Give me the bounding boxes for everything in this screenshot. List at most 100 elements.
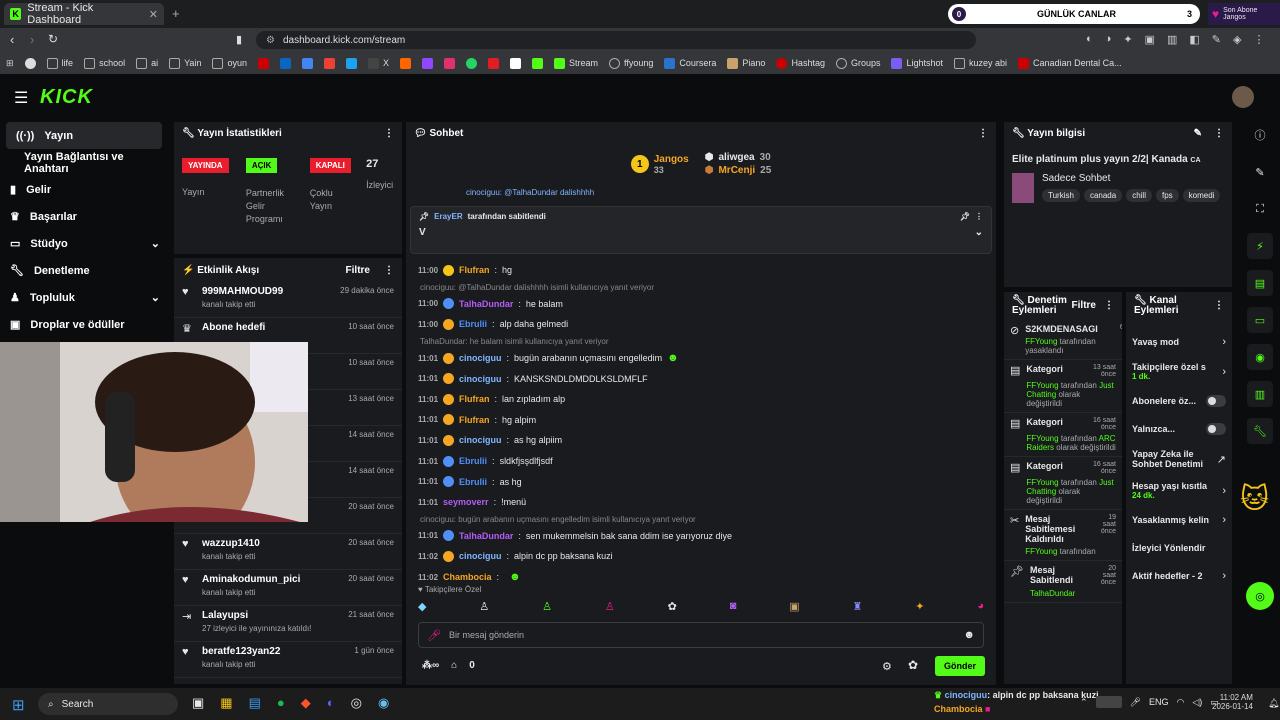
extension-icon[interactable]: ◧ xyxy=(1189,33,1199,46)
info-icon[interactable]: ⓘ xyxy=(1247,122,1273,148)
chevron-right-icon[interactable]: › xyxy=(1222,366,1226,378)
clock[interactable]: 11:02 AM 2026-01-14 xyxy=(1212,693,1253,711)
chevron-right-icon[interactable]: › xyxy=(1222,485,1226,497)
browser-tab[interactable]: K Stream - Kick Dashboard ✕ xyxy=(4,2,164,26)
message-username[interactable]: Flufran xyxy=(459,394,490,404)
mod-action-row[interactable]: ▤ Kategori 16 saat önce FFYoung tarafından … xyxy=(1004,457,1122,510)
send-button[interactable]: Gönder xyxy=(935,656,985,676)
channel-action-item[interactable]: Yalnızca... xyxy=(1126,415,1232,443)
hamburger-menu-icon[interactable]: ☰ xyxy=(14,88,28,108)
message-username[interactable]: cinociguu xyxy=(459,435,502,445)
microphone-icon[interactable]: 🎤︎ xyxy=(427,629,441,642)
channel-action-item[interactable]: İzleyici Yönlendir xyxy=(1126,534,1232,562)
site-info-icon[interactable]: ⚙ xyxy=(266,35,275,46)
chat-message[interactable]: 11:01 Flufran: hg alpim xyxy=(406,410,996,431)
emote-icon[interactable]: ◆ xyxy=(418,600,426,613)
wrench-icon[interactable]: 🔧︎ xyxy=(1247,418,1273,444)
message-username[interactable]: TalhaDundar xyxy=(459,531,513,541)
event-row[interactable]: ♥ Aminakodumun_pici kanalı takip etti 20 sa… xyxy=(174,570,402,606)
chat-message[interactable]: 11:01 TalhaDundar: sen mukemmelsin bak san… xyxy=(406,526,996,547)
brave-icon[interactable]: ◆ xyxy=(301,695,311,711)
bookmark-item[interactable] xyxy=(323,57,335,69)
event-row[interactable]: ♥ beratfe123yan22 kanalı takip etti 1 gün ö… xyxy=(174,642,402,678)
more-icon[interactable]: ⋮ xyxy=(1104,300,1114,311)
toggle-switch[interactable] xyxy=(1205,395,1226,407)
bookmark-item[interactable]: school xyxy=(84,57,125,69)
chevron-right-icon[interactable]: › xyxy=(1222,514,1226,526)
emote-icon[interactable]: ♙ xyxy=(479,600,489,613)
message-username[interactable]: Flufran xyxy=(459,265,490,275)
avatar[interactable] xyxy=(1232,86,1254,108)
wifi-icon[interactable]: ◠ xyxy=(1177,697,1185,708)
sidebar-item-studyo[interactable]: ▭ Stüdyo ⌄ xyxy=(0,230,170,257)
bookmark-item[interactable]: life xyxy=(46,57,73,69)
chevron-right-icon[interactable]: › xyxy=(1222,570,1226,582)
emote-icon[interactable]: ◕ xyxy=(977,600,984,613)
points-icon[interactable]: ⁂∞ xyxy=(422,660,439,671)
bookmark-item[interactable] xyxy=(466,57,477,69)
chat-message[interactable]: 11:00 Flufran: hg xyxy=(406,260,996,281)
message-username[interactable]: cinociguu xyxy=(459,551,502,561)
microphone-icon[interactable]: 🎤︎ xyxy=(1130,697,1141,708)
extension-icon[interactable]: ▣ xyxy=(1145,33,1155,46)
message-username[interactable]: Ebrulii xyxy=(459,319,487,329)
sidebar-item-topluluk[interactable]: ♟ Topluluk ⌄ xyxy=(0,284,170,311)
message-username[interactable]: seymoverr xyxy=(443,497,489,507)
tag-chip[interactable]: fps xyxy=(1155,189,1179,202)
edit-icon[interactable]: ✎ xyxy=(1194,128,1202,139)
bookmark-item[interactable]: Piano xyxy=(727,57,765,69)
channel-action-item[interactable]: Abonelere öz... xyxy=(1126,387,1232,415)
bookmark-item[interactable] xyxy=(257,57,269,69)
fullscreen-icon[interactable]: ⛶ xyxy=(1247,196,1273,222)
channel-action-item[interactable]: Yasaklanmış kelin › xyxy=(1126,506,1232,534)
windows-start-icon[interactable]: ⊞ xyxy=(12,696,25,714)
message-username[interactable]: Flufran xyxy=(459,415,490,425)
extension-icon[interactable]: ✎ xyxy=(1212,33,1221,46)
chat-message[interactable]: 11:01 Flufran: lan zıpladım alp xyxy=(406,389,996,410)
emote-icon[interactable]: ▣ xyxy=(789,600,799,613)
more-icon[interactable]: ⋮ xyxy=(975,212,983,221)
settings-icon[interactable]: ⚙ xyxy=(882,660,892,673)
emote-icon[interactable]: ✦ xyxy=(915,600,924,613)
sidebar-item-gelir[interactable]: ▮ Gelir xyxy=(0,176,170,203)
mod-action-row[interactable]: ✂ Mesaj Sabitlemesi Kaldırıldı 19 saat önc… xyxy=(1004,510,1122,561)
chat-message[interactable]: 11:00 Ebrulii: alp daha gelmedi xyxy=(406,314,996,335)
channel-action-item[interactable]: Yapay Zeka ile Sohbet Denetimi ↗ xyxy=(1126,443,1232,475)
filter-button[interactable]: Filtre xyxy=(346,265,370,276)
chat-input[interactable]: 🎤︎ Bir mesaj gönderin ☻ xyxy=(418,622,984,648)
bookmark-item[interactable] xyxy=(24,57,36,69)
bookmark-item[interactable] xyxy=(279,57,291,69)
task-view-icon[interactable]: ▣ xyxy=(192,695,204,711)
support-icon[interactable]: ◎ xyxy=(1246,582,1274,610)
filter-button[interactable]: Filtre xyxy=(1072,300,1096,311)
bookmark-item[interactable]: oyun xyxy=(212,57,247,69)
chat-message[interactable]: 11:01 Ebrulii: as hg xyxy=(406,471,996,492)
new-tab-button[interactable]: + xyxy=(172,6,180,21)
taskbar-search[interactable]: ⌕ Search xyxy=(38,693,178,715)
event-row[interactable]: ♥ 999MAHMOUD99 kanalı takip etti 29 dakika … xyxy=(174,282,402,318)
bookmark-item[interactable]: Stream xyxy=(554,57,598,69)
chat-message[interactable]: 11:01 seymoverr: !menü xyxy=(406,492,996,513)
chat-message[interactable]: 11:02 Chambocia: ☻ xyxy=(406,567,996,588)
tag-chip[interactable]: Turkish xyxy=(1042,189,1080,202)
tag-chip[interactable]: canada xyxy=(1083,189,1123,202)
volume-icon[interactable]: ◁) xyxy=(1192,697,1202,708)
extensions-icon[interactable]: ✦ xyxy=(1123,33,1132,46)
message-username[interactable]: cinociguu xyxy=(459,353,502,363)
chat-message[interactable]: 11:01 cinociguu: KANSKSNDLDMDDLKSLDMFLF xyxy=(406,368,996,389)
chevron-up-icon[interactable]: ⌃ xyxy=(1080,697,1088,708)
url-field[interactable]: ⚙ dashboard.kick.com/stream xyxy=(256,31,976,49)
obs-icon[interactable]: ◎ xyxy=(351,695,362,711)
bookmark-item[interactable] xyxy=(301,57,313,69)
bookmark-item[interactable] xyxy=(488,57,499,69)
message-username[interactable]: TalhaDundar xyxy=(459,299,513,309)
steam-icon[interactable]: ◉ xyxy=(378,695,389,711)
message-username[interactable]: cinociguu xyxy=(459,374,502,384)
apps-icon[interactable]: ⊞ xyxy=(6,58,14,69)
message-username[interactable]: Ebrulii xyxy=(459,456,487,466)
chevron-right-icon[interactable]: › xyxy=(1222,336,1226,348)
emote-icon[interactable]: ♜ xyxy=(853,600,863,613)
bookmark-item[interactable]: X xyxy=(367,57,389,69)
notification-icon[interactable]: 🔔︎ xyxy=(1268,698,1279,709)
channel-action-item[interactable]: Takipçilere özel s1 dk. › xyxy=(1126,356,1232,387)
